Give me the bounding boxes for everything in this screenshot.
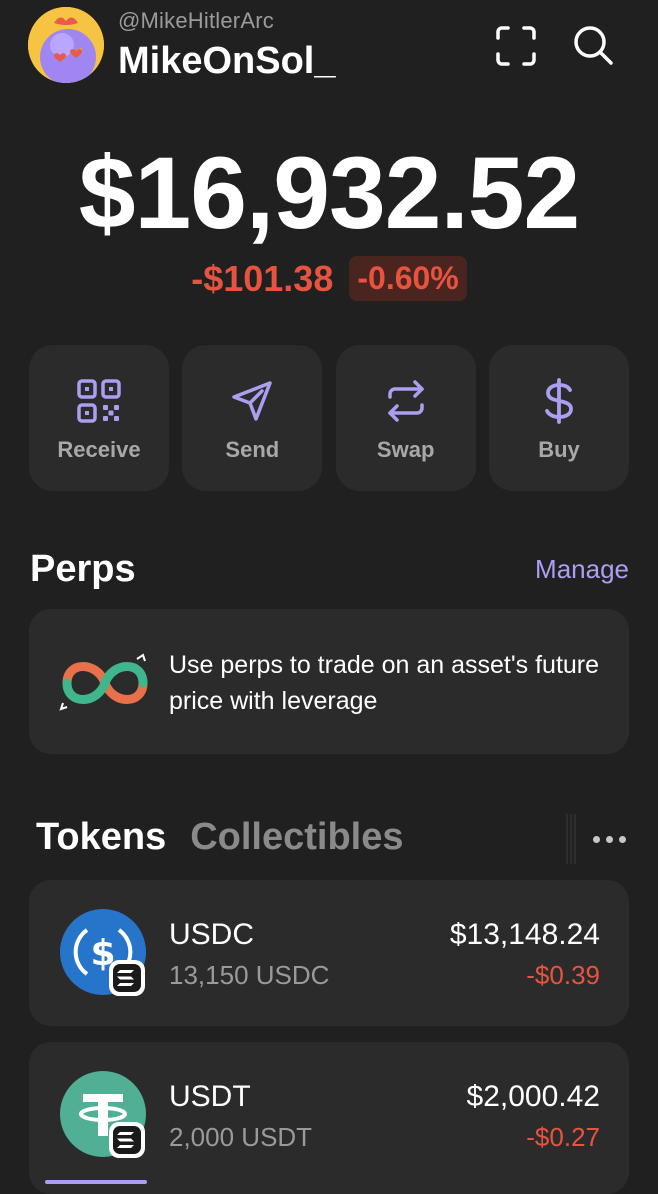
- token-change: -$0.27: [526, 1122, 600, 1152]
- scan-icon: [496, 26, 536, 66]
- search-icon: [574, 26, 613, 65]
- solana-badge-icon: [109, 960, 145, 996]
- balance-change-amount: -$101.38: [191, 257, 334, 299]
- asset-tabs: Tokens Collectibles: [36, 816, 404, 859]
- token-name: USDC: [169, 918, 255, 951]
- buy-label: Buy: [538, 437, 580, 462]
- solana-badge-icon: [109, 1122, 145, 1158]
- tab-collectibles[interactable]: Collectibles: [190, 816, 403, 859]
- dollar-icon: [545, 378, 573, 424]
- usdc-icon: $: [59, 908, 147, 996]
- balance-change-percent-badge: -0.60%: [349, 256, 467, 301]
- token-change: -$0.39: [526, 960, 600, 990]
- scan-button[interactable]: [494, 24, 538, 68]
- more-dots-icon: [605, 835, 613, 843]
- total-balance: $16,932.52: [78, 136, 581, 250]
- token-name: USDT: [169, 1080, 251, 1113]
- receive-button[interactable]: Receive: [29, 345, 169, 491]
- wallet-header: @MikeHitlerArc MikeOnSol_: [0, 0, 658, 100]
- token-row-usdt[interactable]: USDT 2,000 USDT $2,000.42 -$0.27: [29, 1042, 629, 1194]
- receive-label: Receive: [57, 437, 141, 462]
- token-value: $2,000.42: [466, 1080, 600, 1113]
- rooster-avatar-icon: [28, 7, 104, 83]
- token-amount: 2,000 USDT: [169, 1122, 313, 1152]
- swap-button[interactable]: Swap: [335, 345, 476, 491]
- perps-promo-card[interactable]: Use perps to trade on an asset's future …: [29, 609, 629, 754]
- qr-code-icon: [77, 379, 121, 423]
- account-name[interactable]: MikeOnSol_: [118, 40, 336, 83]
- quick-actions: Receive Send Swap Buy: [29, 345, 629, 491]
- more-dots-icon: [618, 835, 626, 843]
- perps-section-title: Perps: [30, 548, 136, 590]
- send-icon: [232, 381, 273, 421]
- token-value: $13,148.24: [449, 918, 600, 951]
- scroll-indicator: [45, 1180, 147, 1184]
- search-button[interactable]: [570, 22, 616, 68]
- usdt-icon: [59, 1070, 147, 1158]
- swap-icon: [387, 380, 424, 422]
- more-dots-icon: [592, 835, 600, 843]
- token-row-usdc[interactable]: $ USDC 13,150 USDC $13,148.24 -$0.39: [29, 880, 629, 1026]
- send-label: Send: [225, 437, 280, 462]
- perps-manage-link[interactable]: Manage: [535, 554, 629, 585]
- buy-button[interactable]: Buy: [488, 345, 629, 491]
- avatar[interactable]: [28, 7, 104, 83]
- perps-infinity-icon: [57, 653, 153, 713]
- tabs-divider: [566, 814, 578, 864]
- token-amount: 13,150 USDC: [169, 960, 330, 990]
- account-handle[interactable]: @MikeHitlerArc: [118, 8, 274, 34]
- send-button[interactable]: Send: [182, 345, 323, 491]
- balance-change: -$101.38 -0.60%: [0, 256, 658, 301]
- swap-label: Swap: [376, 437, 435, 462]
- tab-tokens[interactable]: Tokens: [36, 816, 166, 859]
- more-options-button[interactable]: [588, 824, 630, 854]
- perps-promo-text: Use perps to trade on an asset's future …: [169, 651, 600, 715]
